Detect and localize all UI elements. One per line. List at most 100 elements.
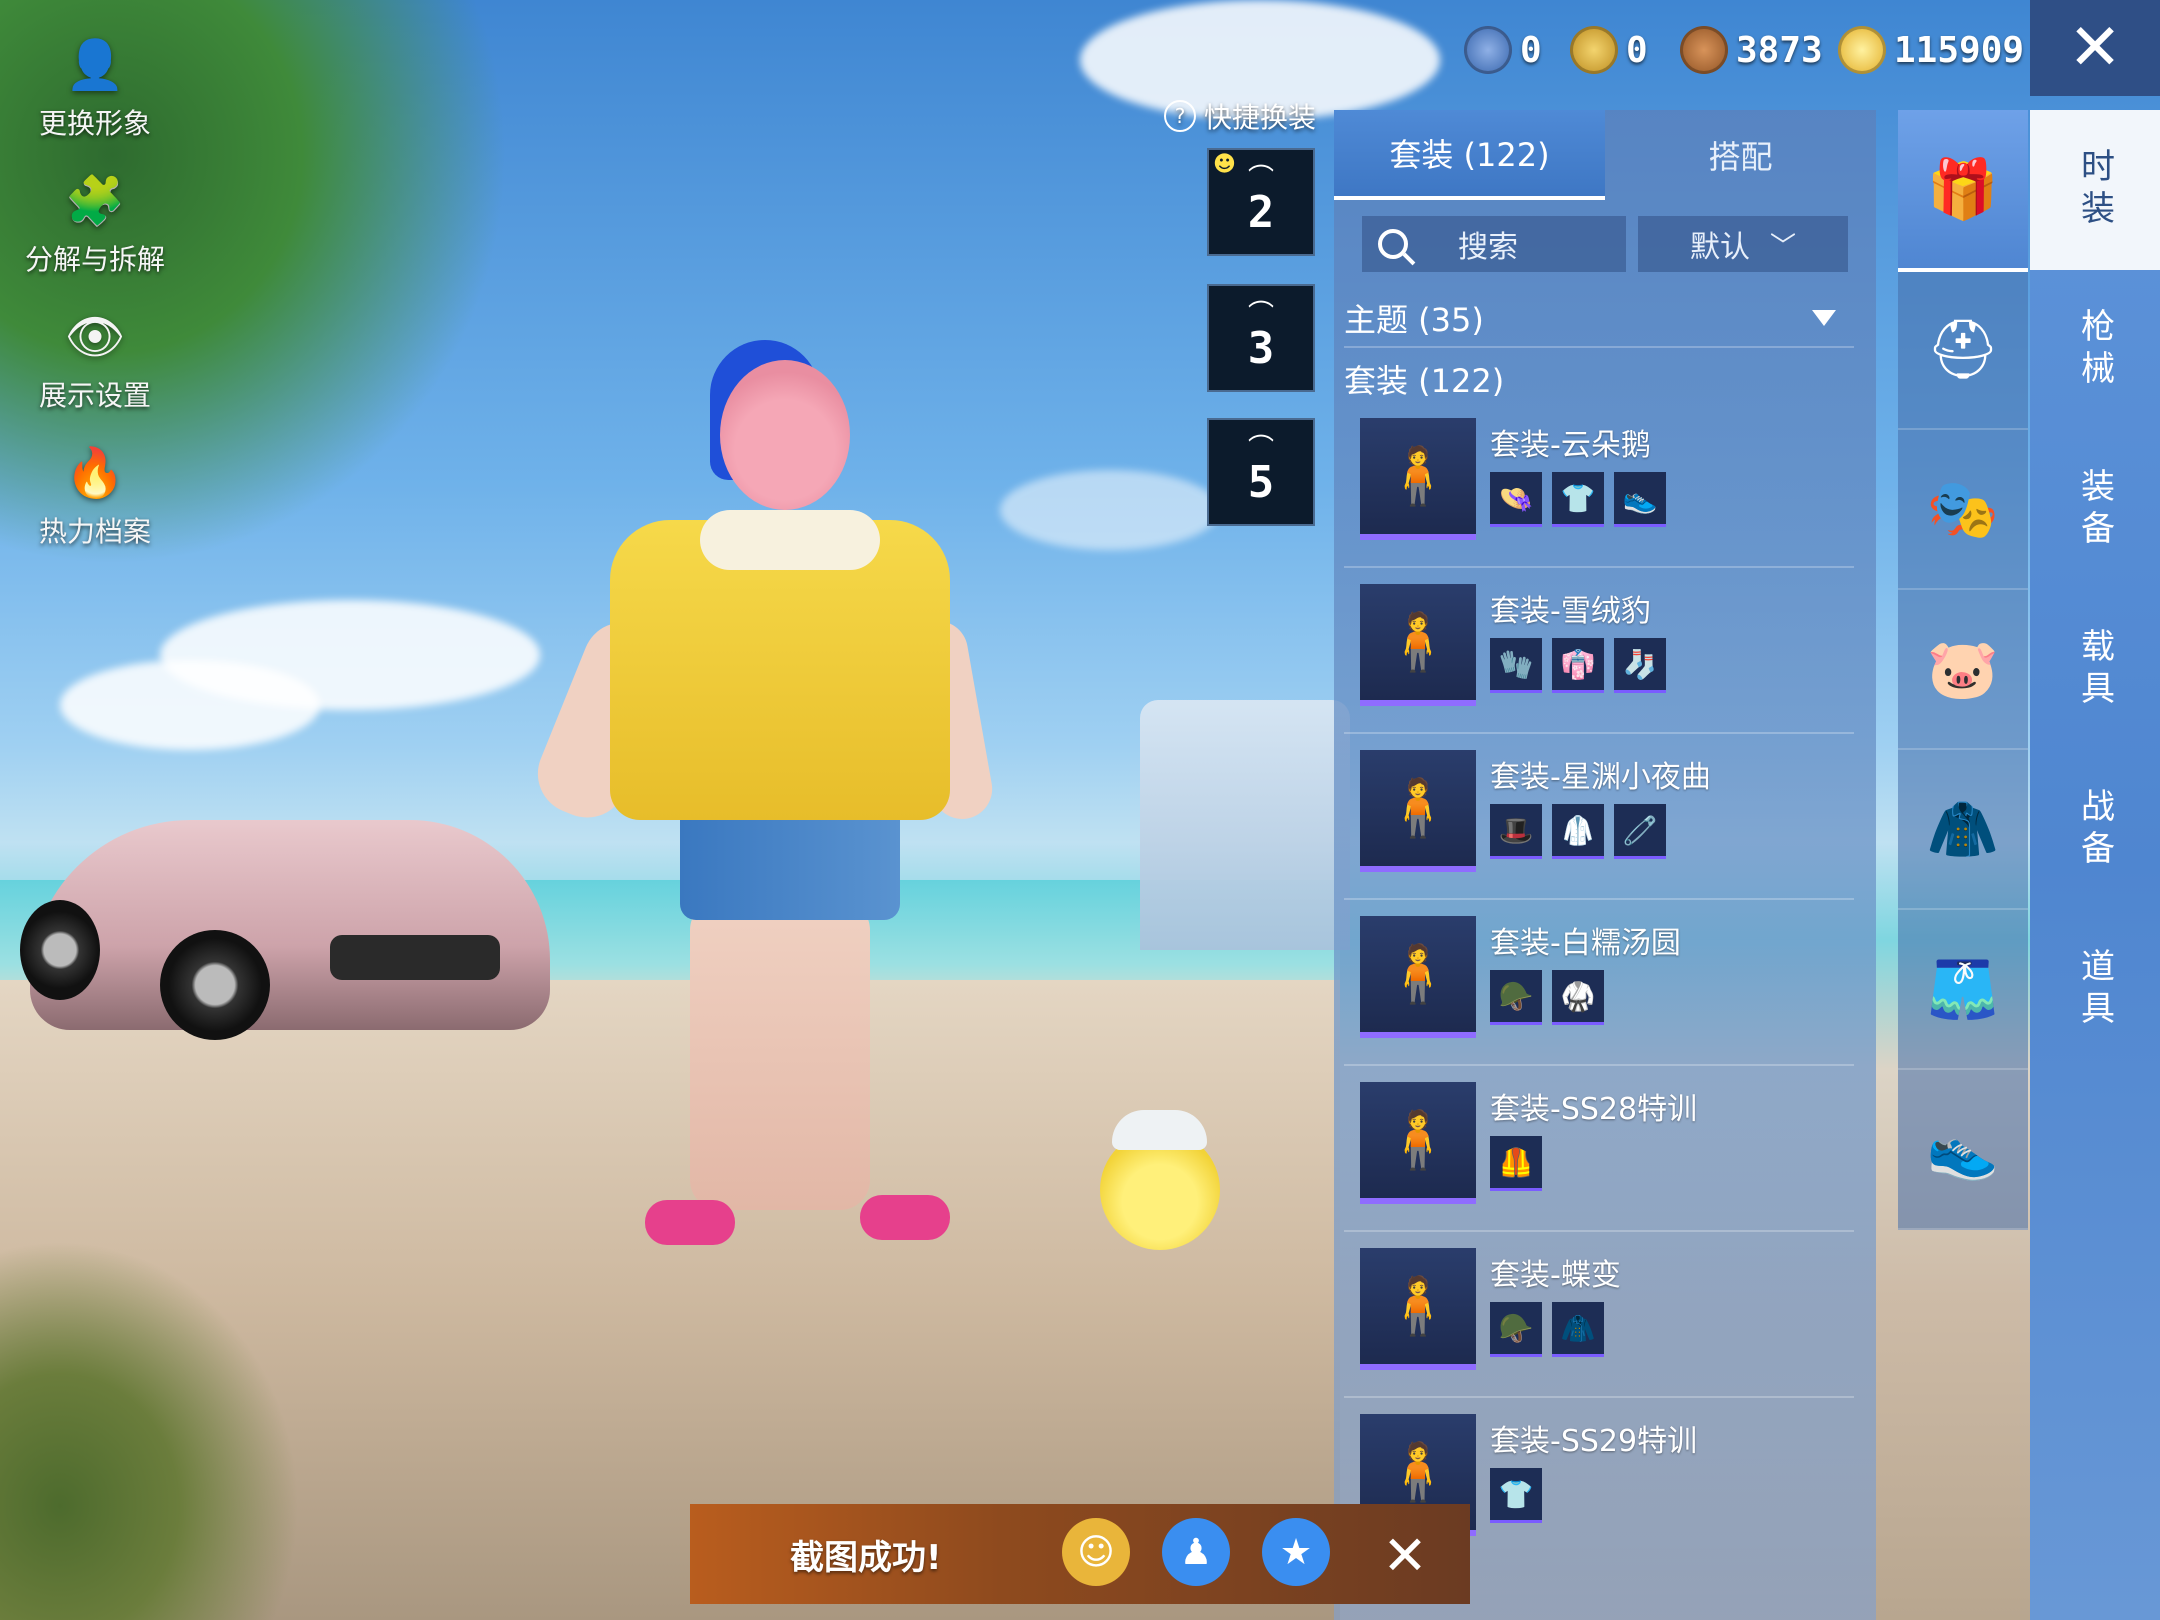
beach-bush [0,1240,300,1620]
share-qq-button[interactable]: ♟ [1162,1518,1230,1586]
quick-swap-label: 快捷换装 [1204,101,1317,134]
quick-swap-slot[interactable]: ⌒ 3 [1207,284,1315,392]
character-legs [690,900,870,1210]
car-grille [330,935,500,980]
display-settings-button[interactable]: 👁 展示设置 [20,302,170,414]
search-placeholder: 搜索 [1458,230,1518,265]
list-item[interactable]: 🧍 套装-蝶变 🪖 🧥 [1344,1236,1854,1398]
search-icon [1378,229,1408,259]
category-wardrobe[interactable]: 🎁 [1898,110,2028,272]
character-shoe [645,1200,735,1245]
tab-equipment[interactable]: 装备 [2030,430,2160,590]
chick-pet-hat [1112,1110,1207,1150]
suit-part-icon[interactable]: 👕 [1490,1468,1542,1523]
heat-profile-button[interactable]: 🔥 热力档案 [20,438,170,550]
helmet-icon: ⛑ [1926,314,2000,383]
category-shoes[interactable]: 👟 [1898,1070,2028,1230]
currency-value: 115909 [1894,29,2025,71]
bronze-coin-icon [1680,26,1728,74]
tab-fashion[interactable]: 时装 [2030,110,2160,270]
qq-penguin-icon: ♟ [1179,1531,1213,1573]
share-qzone-button[interactable]: ★ [1262,1518,1330,1586]
sort-label: 默认 [1689,230,1750,265]
suit-part-icon[interactable]: 🧷 [1614,804,1666,859]
toast-message: 截图成功! [790,1537,942,1578]
tab-match[interactable]: 搭配 [1605,110,1876,200]
beach-building [1140,700,1350,950]
list-item[interactable]: 🧍 套装-SS28特训 🦺 [1344,1070,1854,1232]
category-helmet[interactable]: ⛑ [1898,270,2028,430]
suit-part-icon[interactable]: 🦺 [1490,1136,1542,1191]
category-mask[interactable]: 🎭 [1898,430,2028,590]
silver-token-icon [1464,26,1512,74]
suit-thumbnail: 🧍 [1360,1248,1476,1370]
toast-close-button[interactable]: ✕ [1370,1520,1440,1590]
tab-label: 道具 [2074,948,2115,1032]
category-face[interactable]: 🐷 [1898,590,2028,750]
suit-section-header: 套装 (122) [1344,362,1505,400]
share-friend-button[interactable]: ☺ [1062,1518,1130,1586]
suit-name: 套装-白糯汤圆 [1490,926,1681,961]
change-avatar-button[interactable]: 👤 更换形象 [20,30,170,142]
theme-filter[interactable]: 主题 (35) [1344,290,1854,348]
display-settings-label: 展示设置 [38,379,151,412]
tab-label: 枪械 [2074,308,2115,392]
tab-vehicles[interactable]: 载具 [2030,590,2160,750]
tab-weapons[interactable]: 枪械 [2030,270,2160,430]
suit-part-icon[interactable]: 🎩 [1490,804,1542,859]
suit-part-icon[interactable]: 👒 [1490,472,1542,527]
sort-dropdown[interactable]: 默认 ﹀ [1638,216,1848,272]
list-item[interactable]: 🧍 套装-星渊小夜曲 🎩 🥼 🧷 [1344,738,1854,900]
decompose-button[interactable]: 🧩 分解与拆解 [20,166,170,278]
suit-part-icon[interactable]: 🧦 [1614,638,1666,693]
suit-part-icon[interactable]: 🪖 [1490,970,1542,1025]
search-input[interactable]: 搜索 [1362,216,1626,272]
tab-label: 载具 [2074,628,2115,712]
currency-value: 0 [1520,29,1542,71]
decompose-label: 分解与拆解 [24,243,165,276]
quick-swap-slot[interactable]: ☻ ⌒ 2 [1207,148,1315,256]
suit-name: 套装-星渊小夜曲 [1490,760,1711,795]
category-bottom[interactable]: 🩳 [1898,910,2028,1070]
list-item[interactable]: 🧍 套装-雪绒豹 🧤 👘 🧦 [1344,572,1854,734]
category-top[interactable]: 🧥 [1898,750,2028,910]
suit-part-icon[interactable]: 🥋 [1552,970,1604,1025]
change-avatar-label: 更换形象 [38,107,151,140]
triangle-down-icon [1812,310,1836,326]
suit-name: 套装-蝶变 [1490,1258,1621,1293]
suit-part-icon[interactable]: 🪖 [1490,1302,1542,1357]
jacket-icon: 🧥 [1926,794,2000,863]
currency-silver-token[interactable]: 0 [1464,22,1542,78]
tab-label: 时装 [2074,148,2115,232]
help-icon: ? [1164,100,1196,132]
suit-part-icon[interactable]: 🧤 [1490,638,1542,693]
suit-part-icon[interactable]: 🥼 [1552,804,1604,859]
tab-items[interactable]: 道具 [2030,910,2160,1070]
outfit-panel: 套装 (122) 搭配 搜索 默认 ﹀ 主题 (35) 套装 (122) 🧍 套… [1334,110,1876,1620]
suit-part-icon[interactable]: 👕 [1552,472,1604,527]
character-collar [700,510,880,570]
currency-value: 3873 [1736,29,1823,71]
suit-thumbnail: 🧍 [1360,584,1476,706]
suit-name: 套装-SS28特训 [1490,1092,1698,1127]
suit-part-icon[interactable]: 👘 [1552,638,1604,693]
flame-icon: 🔥 [65,445,125,501]
suit-thumbnail: 🧍 [1360,418,1476,540]
close-button[interactable]: ✕ [2030,0,2160,96]
quick-swap-header[interactable]: ? 快捷换装 [1164,96,1316,136]
list-item[interactable]: 🧍 套装-云朵鹅 👒 👕 👟 [1344,406,1854,568]
currency-gold-emblem[interactable]: 0 [1570,22,1648,78]
character-shoe [860,1195,950,1240]
quick-swap-slot[interactable]: ⌒ 5 [1207,418,1315,526]
list-item[interactable]: 🧍 套装-白糯汤圆 🪖 🥋 [1344,904,1854,1066]
currency-lightning-coin[interactable]: 115909 [1838,22,2024,78]
vertical-tab-column: 时装 枪械 装备 载具 战备 道具 [2030,110,2160,1620]
suit-part-icon[interactable]: 🧥 [1552,1302,1604,1357]
currency-bronze-coin[interactable]: 3873 [1680,22,1823,78]
car-wheel [20,900,100,1000]
tab-suits[interactable]: 套装 (122) [1334,110,1605,200]
heat-profile-label: 热力档案 [38,515,151,548]
suit-part-icon[interactable]: 👟 [1614,472,1666,527]
chevron-down-icon: ﹀ [1769,231,1796,262]
tab-combat-gear[interactable]: 战备 [2030,750,2160,910]
